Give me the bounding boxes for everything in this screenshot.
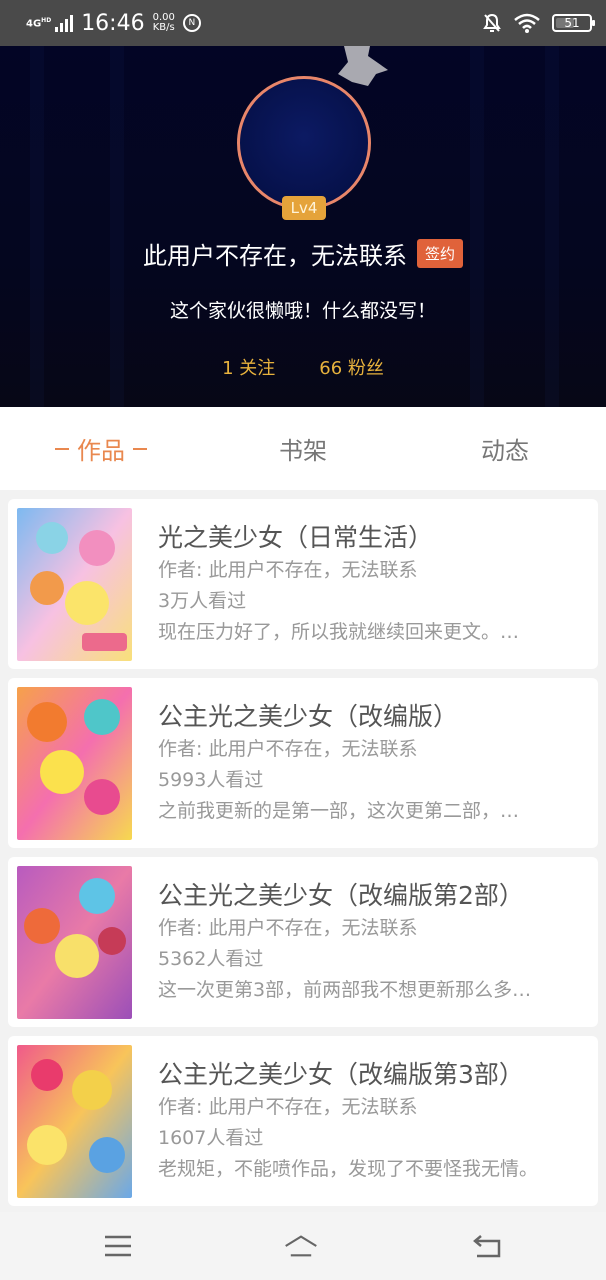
work-title: 公主光之美少女（改编版第3部）	[158, 1060, 524, 1089]
username: 此用户不存在，无法联系	[142, 242, 407, 270]
work-author: 作者: 此用户不存在，无法联系	[158, 1096, 418, 1118]
work-description: 这一次更第3部，前两部我不想更新那么多…	[158, 979, 532, 1001]
work-card[interactable]: 公主光之美少女（改编版第3部） 作者: 此用户不存在，无法联系 1607人看过 …	[8, 1036, 598, 1206]
tab-activity[interactable]: 动态	[404, 407, 606, 490]
tab-indicator-left	[55, 447, 69, 450]
network-speed: 0.00 KB/s	[152, 12, 175, 33]
work-title: 公主光之美少女（改编版第2部）	[158, 881, 524, 910]
work-description: 现在压力好了，所以我就继续回来更文。…	[158, 621, 520, 643]
home-icon[interactable]	[284, 1229, 318, 1263]
follow-stats: 1 关注 66 粉丝	[0, 354, 606, 380]
status-bar: 4GHD 16:46 0.00 KB/s N 51	[0, 0, 606, 46]
user-bio: 这个家伙很懒哦！什么都没写！	[169, 300, 436, 322]
work-title: 光之美少女（日常生活）	[158, 523, 434, 552]
work-views: 5362人看过	[158, 948, 264, 970]
tab-indicator-right	[133, 447, 147, 450]
menu-icon[interactable]	[101, 1229, 135, 1263]
work-title: 公主光之美少女（改编版）	[158, 702, 459, 731]
wifi-icon	[514, 13, 540, 33]
work-author: 作者: 此用户不存在，无法联系	[158, 738, 418, 760]
fans-count[interactable]: 66 粉丝	[319, 354, 384, 380]
signal-icon	[55, 14, 74, 32]
tab-bookshelf[interactable]: 书架	[202, 407, 404, 490]
work-description: 之前我更新的是第一部，这次更第二部，…	[158, 800, 520, 822]
work-cover	[17, 687, 132, 840]
sign-badge: 签约	[416, 239, 463, 268]
work-author: 作者: 此用户不存在，无法联系	[158, 917, 418, 939]
clock: 16:46	[81, 10, 145, 36]
work-views: 1607人看过	[158, 1127, 264, 1149]
tab-works[interactable]: 作品	[0, 407, 202, 490]
following-count[interactable]: 1 关注	[222, 354, 275, 380]
work-cover	[17, 1045, 132, 1198]
work-card[interactable]: 公主光之美少女（改编版第2部） 作者: 此用户不存在，无法联系 5362人看过 …	[8, 857, 598, 1027]
decoration-shape	[338, 46, 388, 86]
nfc-icon: N	[182, 14, 201, 32]
back-icon[interactable]	[470, 1229, 504, 1263]
work-cover	[17, 508, 132, 661]
mute-bell-icon	[483, 13, 501, 32]
work-author: 作者: 此用户不存在，无法联系	[158, 559, 418, 581]
profile-tabs: 作品 书架 动态	[0, 407, 606, 490]
work-cover	[17, 866, 132, 1019]
system-nav-bar	[0, 1212, 606, 1280]
work-card[interactable]: 公主光之美少女（改编版） 作者: 此用户不存在，无法联系 5993人看过 之前我…	[8, 678, 598, 848]
avatar[interactable]	[237, 76, 371, 210]
work-views: 3万人看过	[158, 590, 247, 612]
work-description: 老规矩，不能喷作品，发现了不要怪我无情。	[158, 1158, 539, 1180]
network-type: 4GHD	[26, 17, 52, 30]
level-badge: Lv4	[282, 196, 326, 220]
profile-header: Lv4 此用户不存在，无法联系 签约 这个家伙很懒哦！什么都没写！ 1 关注 6…	[0, 46, 606, 407]
work-views: 5993人看过	[158, 769, 264, 791]
works-list: 光之美少女（日常生活） 作者: 此用户不存在，无法联系 3万人看过 现在压力好了…	[8, 499, 598, 1215]
work-card[interactable]: 光之美少女（日常生活） 作者: 此用户不存在，无法联系 3万人看过 现在压力好了…	[8, 499, 598, 669]
battery-icon: 51	[552, 14, 595, 32]
